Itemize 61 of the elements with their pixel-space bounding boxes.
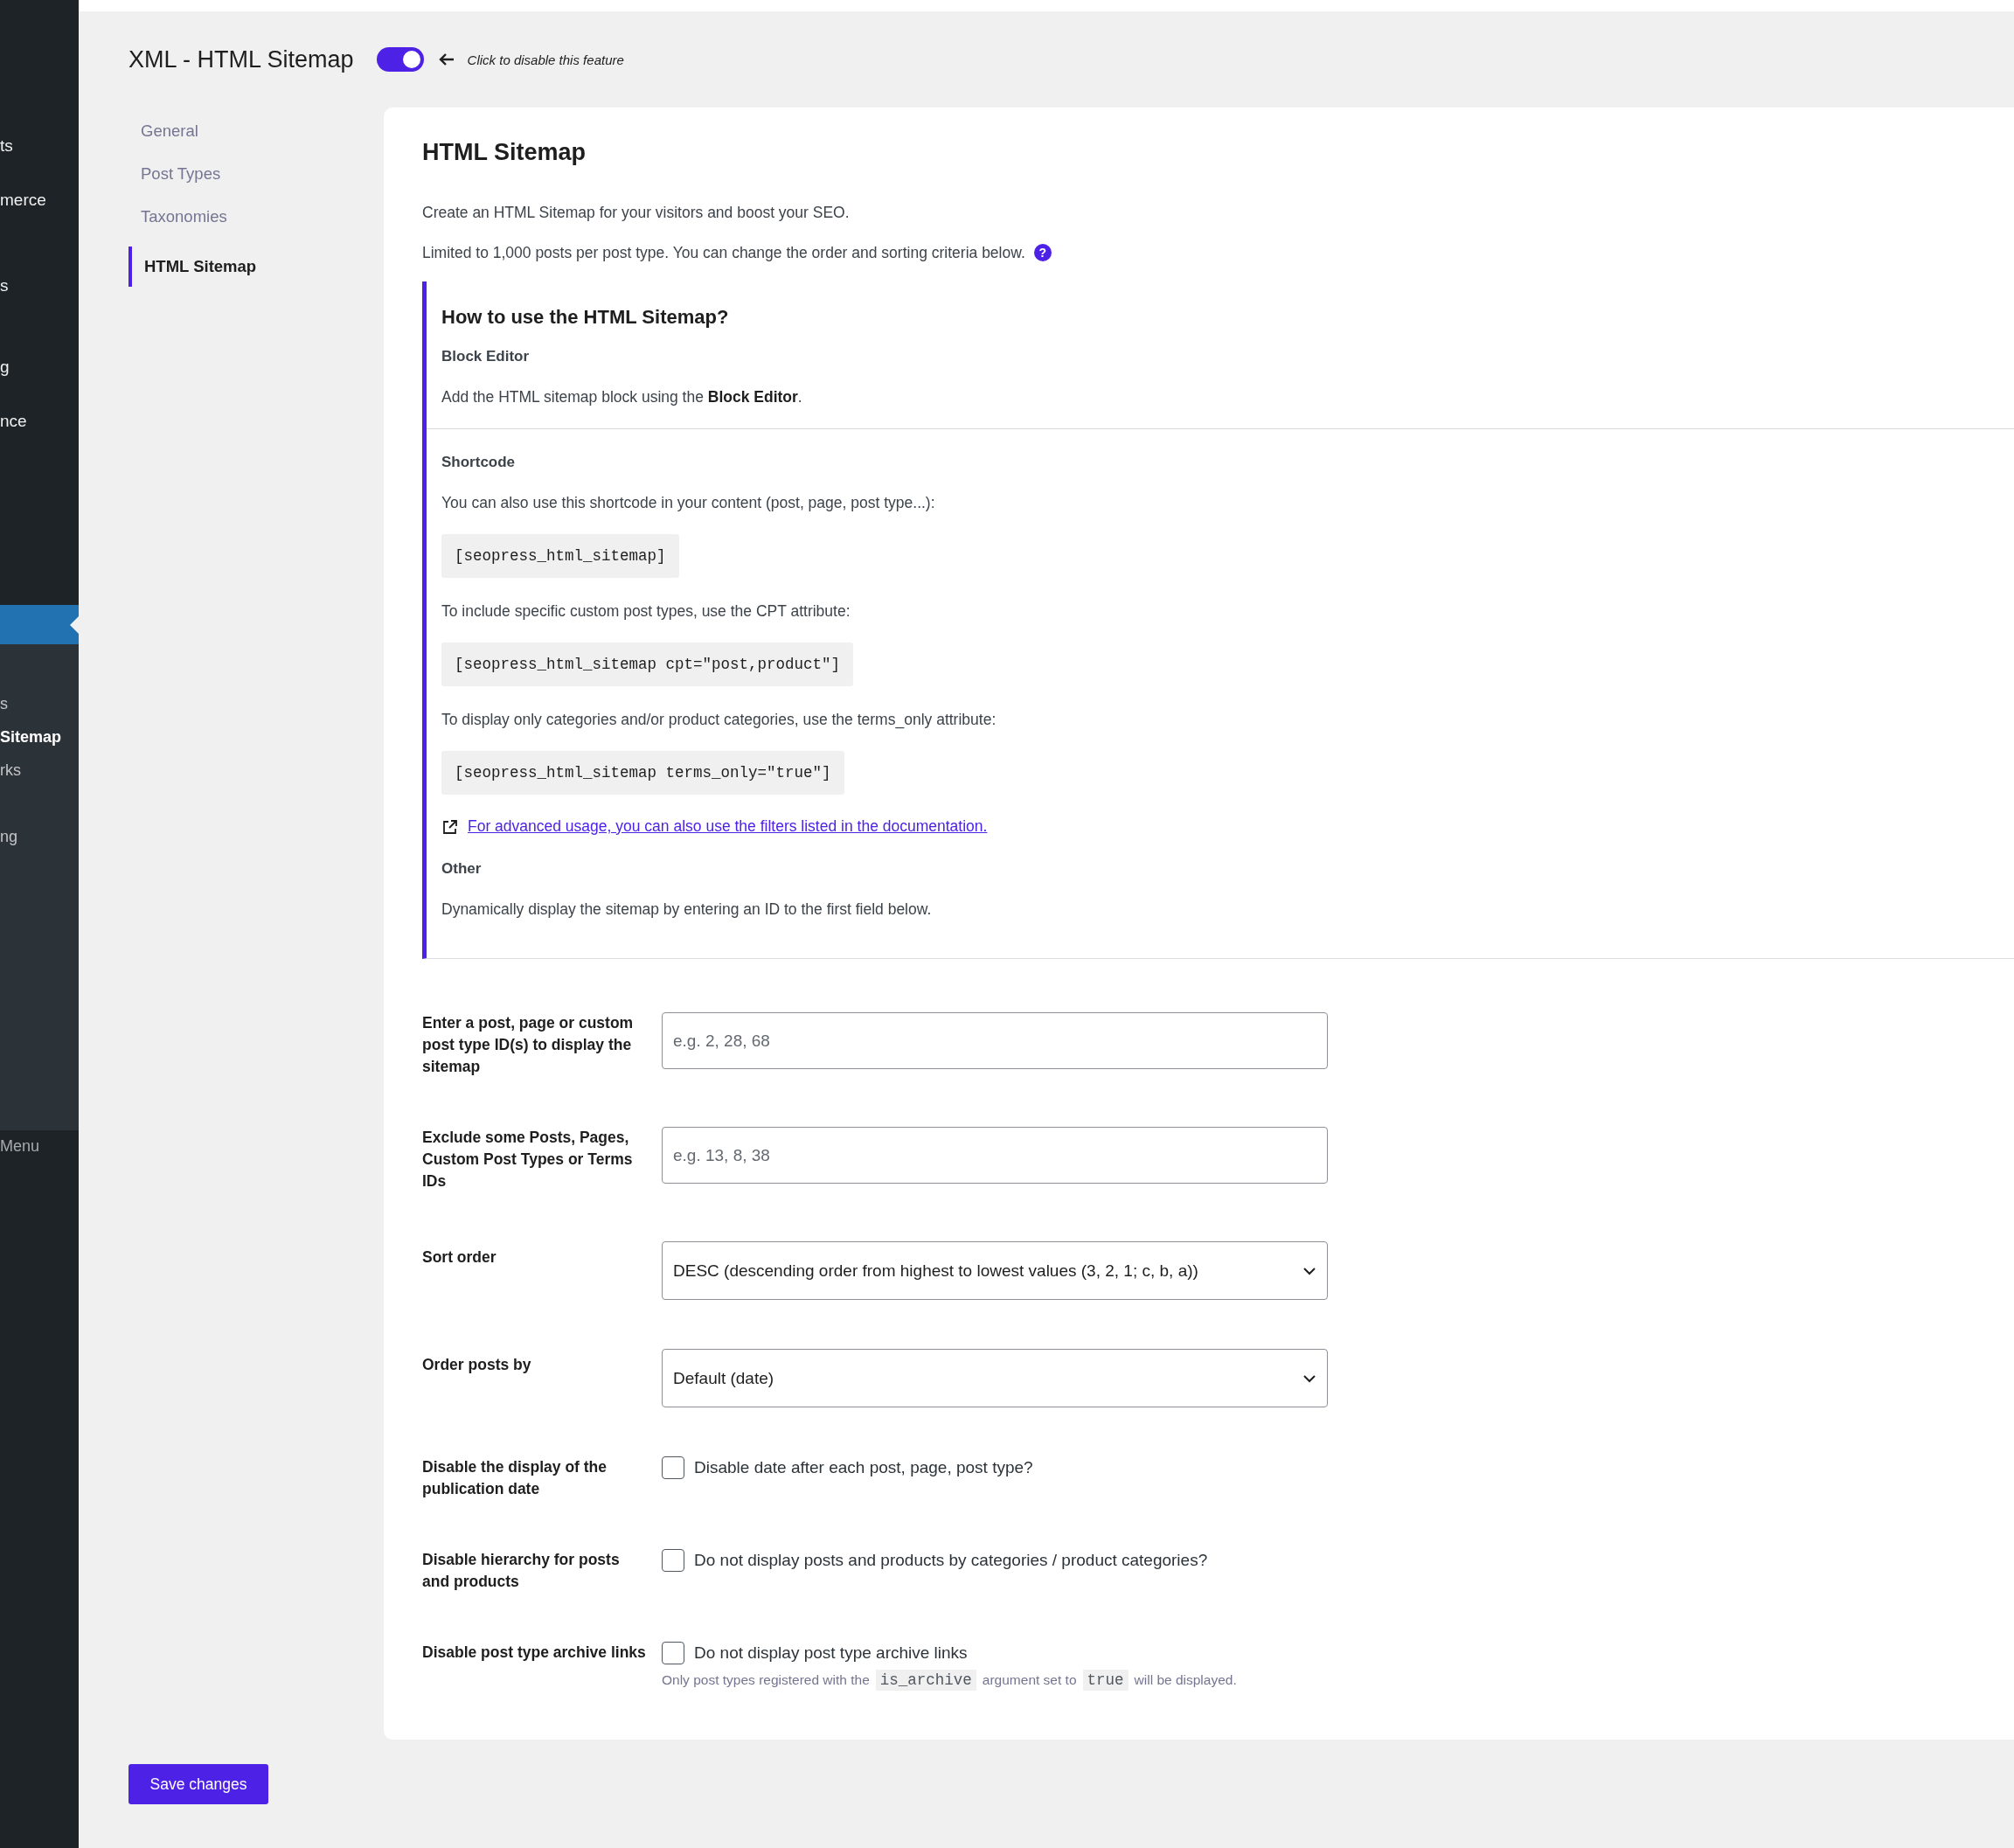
subheading: Shortcode xyxy=(441,454,516,471)
subheading: Block Editor xyxy=(441,348,530,365)
admin-menu-item[interactable]: merce xyxy=(0,187,79,213)
inline-code: true xyxy=(1082,1670,1129,1691)
field-label: Sort order xyxy=(422,1247,497,1268)
admin-submenu-item[interactable]: s xyxy=(0,691,79,717)
section-title: HTML Sitemap xyxy=(422,139,587,166)
admin-submenu-item[interactable]: ng xyxy=(0,823,79,850)
admin-menu-item[interactable]: ts xyxy=(0,133,79,159)
description: Create an HTML Sitemap for your visitors and boost your SEO. xyxy=(422,203,851,223)
field-label: Exclude some Posts, Pages, Custom Post Types or Terms IDs xyxy=(422,1128,634,1191)
subheading: Other xyxy=(441,860,482,878)
chevron-down-icon xyxy=(1302,1266,1316,1275)
checkbox-label[interactable]: Disable date after each post, page, post type? xyxy=(694,1458,1033,1477)
field-label: Order posts by xyxy=(422,1355,532,1375)
admin-menu-item[interactable]: g xyxy=(0,354,79,380)
help-text: will be displayed. xyxy=(1134,1672,1237,1688)
documentation-link[interactable]: For advanced usage, you can also use the filters listed in the documentation. xyxy=(468,817,988,836)
arrow-left-icon xyxy=(437,52,455,66)
chevron-down-icon xyxy=(1302,1373,1316,1383)
shortcode: [seopress_html_sitemap] xyxy=(441,534,679,578)
help-text: argument set to xyxy=(982,1672,1077,1688)
feature-toggle[interactable] xyxy=(376,47,424,72)
dropdown[interactable]: DESC (descending order from highest to lowest values (3, 2, 1; c, b, a)) xyxy=(662,1241,1328,1300)
instruction-text: Add the HTML sitemap block using the Block Editor. xyxy=(441,387,802,407)
instruction-text: You can also use this shortcode in your content (post, page, post type...): xyxy=(441,493,935,513)
field-label: Disable hierarchy for posts and products xyxy=(422,1550,621,1592)
instruction-text: To display only categories and/or product categories, use the terms_only attribute: xyxy=(441,710,997,730)
active-menu-item[interactable] xyxy=(0,605,79,644)
save-button[interactable]: Save changes xyxy=(128,1764,268,1804)
inline-code: is_archive xyxy=(875,1670,976,1691)
description: Limited to 1,000 posts per post type. You can change the order and sorting criteria below. xyxy=(422,243,1025,263)
page-title: XML - HTML Sitemap xyxy=(128,45,354,73)
admin-menu-item[interactable]: s xyxy=(0,273,79,299)
id-input-field[interactable]: e.g. 2, 28, 68 xyxy=(662,1012,1328,1069)
help-icon[interactable]: ? xyxy=(1033,244,1052,261)
settings-tab[interactable]: Taxonomies xyxy=(128,204,384,230)
toggle-hint: Click to disable this feature xyxy=(467,52,624,67)
settings-tab[interactable]: General xyxy=(128,118,384,144)
field-label: Enter a post, page or custom post type ID(s) to display the sitemap xyxy=(422,1013,635,1077)
checkbox-label[interactable]: Do not display post type archive links xyxy=(694,1643,968,1663)
admin-submenu-item[interactable]: Sitemap xyxy=(0,724,79,750)
collapse-menu[interactable]: Menu xyxy=(0,1137,79,1156)
id-input-field[interactable]: e.g. 13, 8, 38 xyxy=(662,1127,1328,1184)
settings-tab[interactable]: Post Types xyxy=(128,161,384,187)
field-label: Disable the display of the publication date xyxy=(422,1457,608,1499)
checkbox[interactable] xyxy=(662,1642,684,1664)
box-title: How to use the HTML Sitemap? xyxy=(441,306,730,329)
field-label: Disable post type archive links xyxy=(422,1643,647,1663)
admin-menu-item[interactable]: nce xyxy=(0,408,79,434)
checkbox[interactable] xyxy=(662,1549,684,1572)
dropdown[interactable]: Default (date) xyxy=(662,1349,1328,1407)
admin-submenu-item[interactable]: rks xyxy=(0,757,79,783)
instruction-text: To include specific custom post types, use the CPT attribute: xyxy=(441,601,851,622)
external-link-icon xyxy=(441,817,459,836)
checkbox[interactable] xyxy=(662,1456,684,1479)
shortcode: [seopress_html_sitemap cpt="post,product"] xyxy=(441,643,854,686)
checkbox-label[interactable]: Do not display posts and products by categories / product categories? xyxy=(694,1551,1208,1570)
help-text: Only post types registered with the xyxy=(662,1672,870,1688)
instruction-text: Dynamically display the sitemap by entering an ID to the first field below. xyxy=(441,900,932,920)
shortcode: [seopress_html_sitemap terms_only="true"] xyxy=(441,751,844,795)
